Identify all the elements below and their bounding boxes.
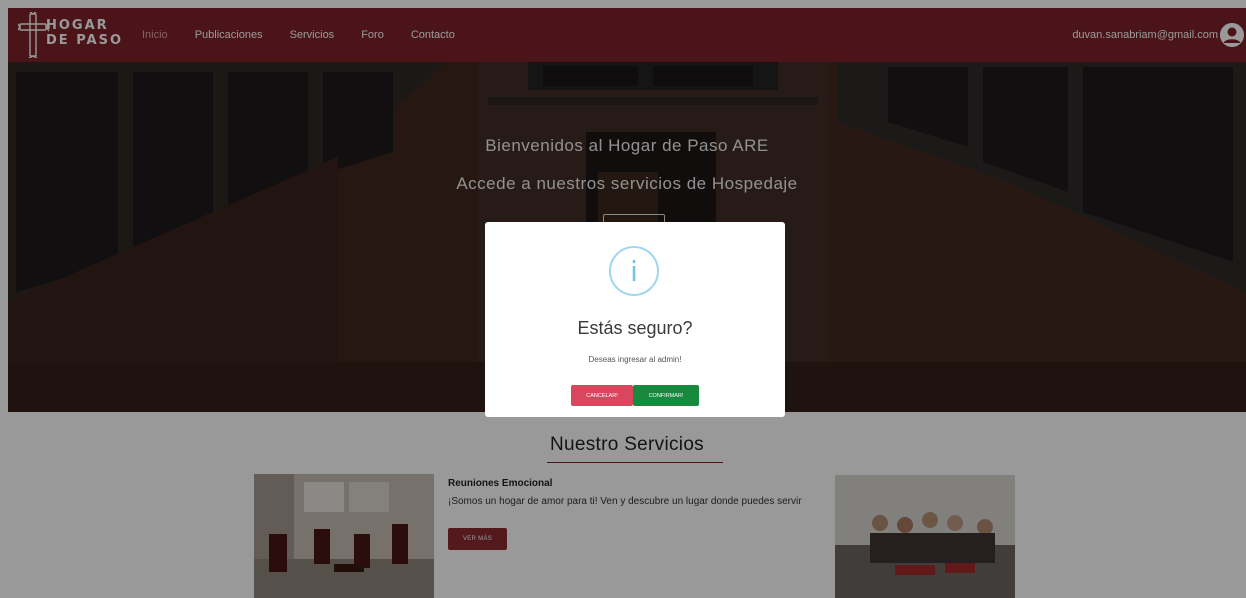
dialog-title: Estás seguro?	[577, 318, 693, 338]
cancel-button[interactable]: CANCELAR!	[571, 385, 633, 406]
dialog-message: Deseas ingresar al admin!	[588, 355, 682, 364]
confirm-button[interactable]: CONFIRMAR!	[633, 385, 699, 406]
info-icon: i	[609, 246, 659, 296]
confirm-dialog: i Estás seguro? Deseas ingresar al admin…	[485, 222, 785, 417]
page: HOGAR DE PASO Inicio Publicaciones Servi…	[0, 0, 1246, 598]
dialog-actions: CANCELAR! CONFIRMAR!	[571, 385, 699, 406]
